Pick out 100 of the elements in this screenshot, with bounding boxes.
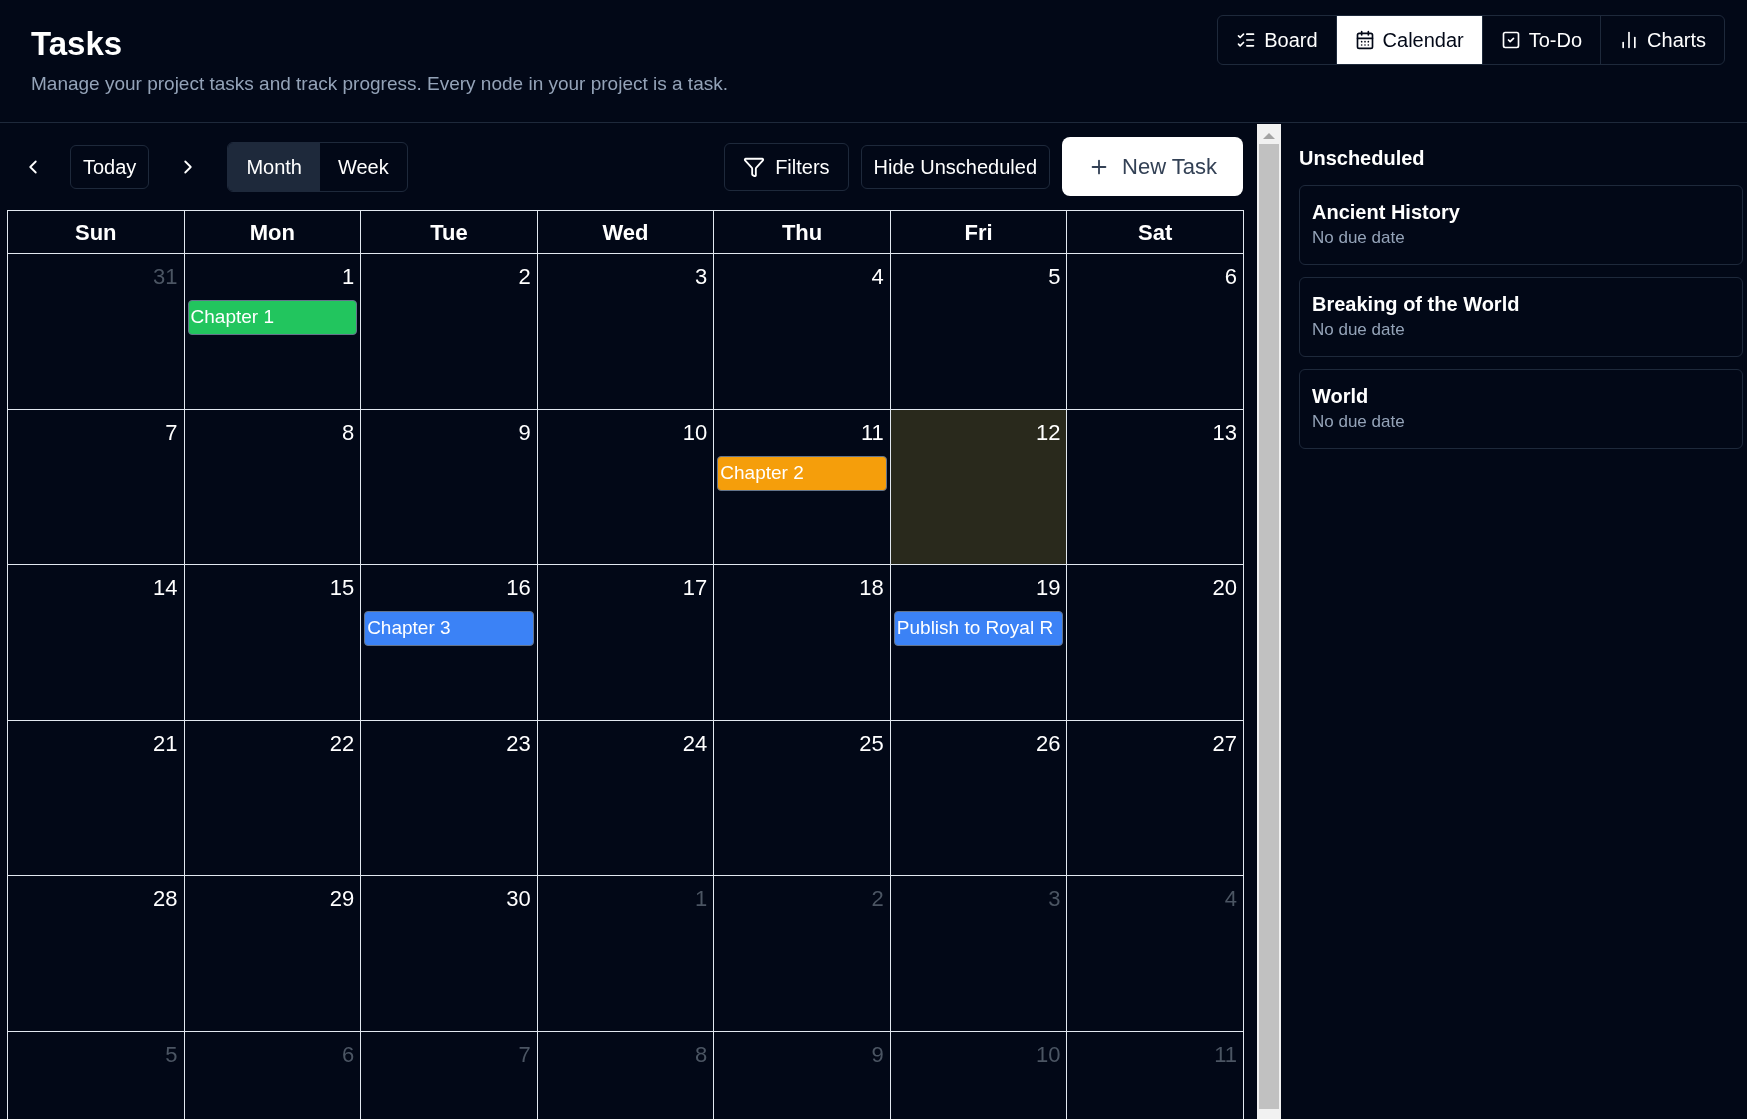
day-number: 5 — [1048, 264, 1062, 290]
day-number: 10 — [682, 419, 709, 446]
event-chip[interactable]: Chapter 3 — [364, 611, 534, 646]
day-number: 19 — [1035, 575, 1062, 601]
day-cell[interactable]: 6 — [1067, 254, 1244, 410]
hide-unscheduled-button[interactable]: Hide Unscheduled — [860, 144, 1051, 189]
due-date: No due date — [1312, 319, 1406, 341]
day-cell[interactable]: 11 Chapter 2 — [714, 409, 891, 565]
day-number: 23 — [506, 730, 532, 757]
view-tab[interactable]: Board — [1218, 16, 1336, 64]
day-cell[interactable]: 25 — [714, 720, 891, 876]
day-number: 20 — [1212, 575, 1238, 601]
day-cell[interactable]: 15 — [184, 565, 362, 721]
task-card[interactable]: Ancient History No due date — [1299, 185, 1743, 265]
weekday-header: Sat — [1067, 211, 1244, 254]
day-cell[interactable]: 2 — [361, 254, 538, 410]
day-number: 30 — [506, 886, 532, 912]
weekday-header: Tue — [361, 211, 538, 254]
day-number: 6 — [1224, 264, 1238, 290]
day-number: 18 — [859, 575, 885, 601]
page-title: Tasks — [31, 24, 124, 64]
day-number: 13 — [1212, 419, 1238, 446]
filters-button[interactable]: Filters — [724, 142, 849, 191]
new-task-button[interactable]: New Task — [1062, 137, 1243, 196]
day-number: 1 — [341, 264, 356, 290]
view-mode-tab[interactable]: Week — [319, 142, 407, 191]
day-number: 8 — [695, 1041, 709, 1068]
today-button[interactable]: Today — [70, 144, 150, 189]
day-number: 28 — [153, 886, 179, 912]
day-number: 11 — [861, 419, 885, 446]
day-cell[interactable]: 22 — [184, 720, 362, 876]
day-number: 26 — [1035, 730, 1062, 757]
day-number: 16 — [506, 575, 532, 601]
day-cell[interactable]: 7 — [8, 409, 185, 565]
day-number: 4 — [1224, 886, 1238, 912]
day-number: 6 — [341, 1041, 356, 1068]
view-tab[interactable]: Calendar — [1335, 16, 1482, 64]
day-cell[interactable]: 16 Chapter 3 — [361, 565, 538, 721]
day-cell[interactable]: 9 — [361, 409, 538, 565]
day-number: 27 — [1212, 730, 1238, 757]
day-cell[interactable]: 20 — [1067, 565, 1244, 721]
day-number: 5 — [165, 1041, 179, 1068]
checkbox-icon — [1500, 30, 1521, 50]
day-cell[interactable]: 17 — [537, 565, 715, 721]
task-title: Ancient History — [1312, 200, 1461, 225]
day-number: 3 — [695, 264, 709, 290]
day-number: 10 — [1035, 1041, 1062, 1068]
checklist-icon — [1236, 30, 1257, 50]
day-cell[interactable]: 13 — [1067, 409, 1244, 565]
day-number: 17 — [682, 575, 709, 601]
day-number: 11 — [1214, 1041, 1238, 1068]
unscheduled-heading: Unscheduled — [1299, 146, 1426, 171]
day-number: 15 — [329, 575, 356, 601]
day-cell[interactable]: 4 — [714, 254, 891, 410]
day-number: 7 — [165, 419, 179, 446]
view-mode-tab[interactable]: Month — [228, 142, 320, 191]
day-number: 3 — [1048, 886, 1062, 912]
day-cell[interactable]: 14 — [8, 565, 185, 721]
day-number: 31 — [153, 264, 179, 290]
task-card[interactable]: Breaking of the World No due date — [1299, 277, 1743, 357]
task-card[interactable]: World No due date — [1299, 369, 1743, 449]
weekday-header: Thu — [714, 211, 891, 254]
day-cell[interactable]: 21 — [8, 720, 185, 876]
day-number: 9 — [518, 419, 532, 446]
day-cell[interactable]: 3 — [537, 254, 715, 410]
day-number: 12 — [1035, 419, 1062, 446]
day-cell[interactable]: 28 — [8, 876, 185, 1032]
scrollbar[interactable] — [1257, 124, 1281, 1119]
day-cell[interactable]: 18 — [714, 565, 891, 721]
day-cell[interactable]: 12 — [890, 409, 1068, 565]
day-cell[interactable]: 19 Publish to Royal R — [890, 565, 1068, 721]
page-subtitle: Manage your project tasks and track progress. Every node in your project is a task. — [31, 72, 728, 97]
day-cell[interactable]: 27 — [1067, 720, 1244, 876]
day-number: 1 — [695, 886, 709, 912]
day-number: 9 — [871, 1041, 885, 1068]
weekday-header: Sun — [8, 211, 185, 254]
day-cell[interactable]: 30 — [361, 876, 538, 1032]
due-date: No due date — [1312, 411, 1406, 433]
day-cell[interactable]: 29 — [184, 876, 362, 1032]
day-cell[interactable]: 23 — [361, 720, 538, 876]
day-number: 4 — [871, 264, 885, 290]
day-cell[interactable]: 8 — [184, 409, 362, 565]
filter-icon — [743, 155, 766, 178]
day-cell[interactable]: 1 Chapter 1 — [184, 254, 362, 410]
event-chip[interactable]: Publish to Royal R — [893, 611, 1064, 646]
day-cell[interactable]: 24 — [537, 720, 715, 876]
weekday-header: Mon — [184, 211, 362, 254]
view-tab[interactable]: To-Do — [1481, 16, 1601, 64]
weekday-header: Fri — [890, 211, 1068, 254]
view-tab[interactable]: Charts — [1600, 16, 1724, 64]
day-number: 22 — [329, 730, 356, 757]
day-number: 7 — [518, 1041, 532, 1068]
day-cell[interactable]: 26 — [890, 720, 1068, 876]
due-date: No due date — [1312, 227, 1406, 249]
day-number: 2 — [518, 264, 532, 290]
day-number: 29 — [329, 886, 356, 912]
day-cell[interactable]: 5 — [890, 254, 1068, 410]
day-cell[interactable]: 10 — [537, 409, 715, 565]
day-number: 25 — [859, 730, 885, 757]
day-number: 8 — [341, 419, 356, 446]
